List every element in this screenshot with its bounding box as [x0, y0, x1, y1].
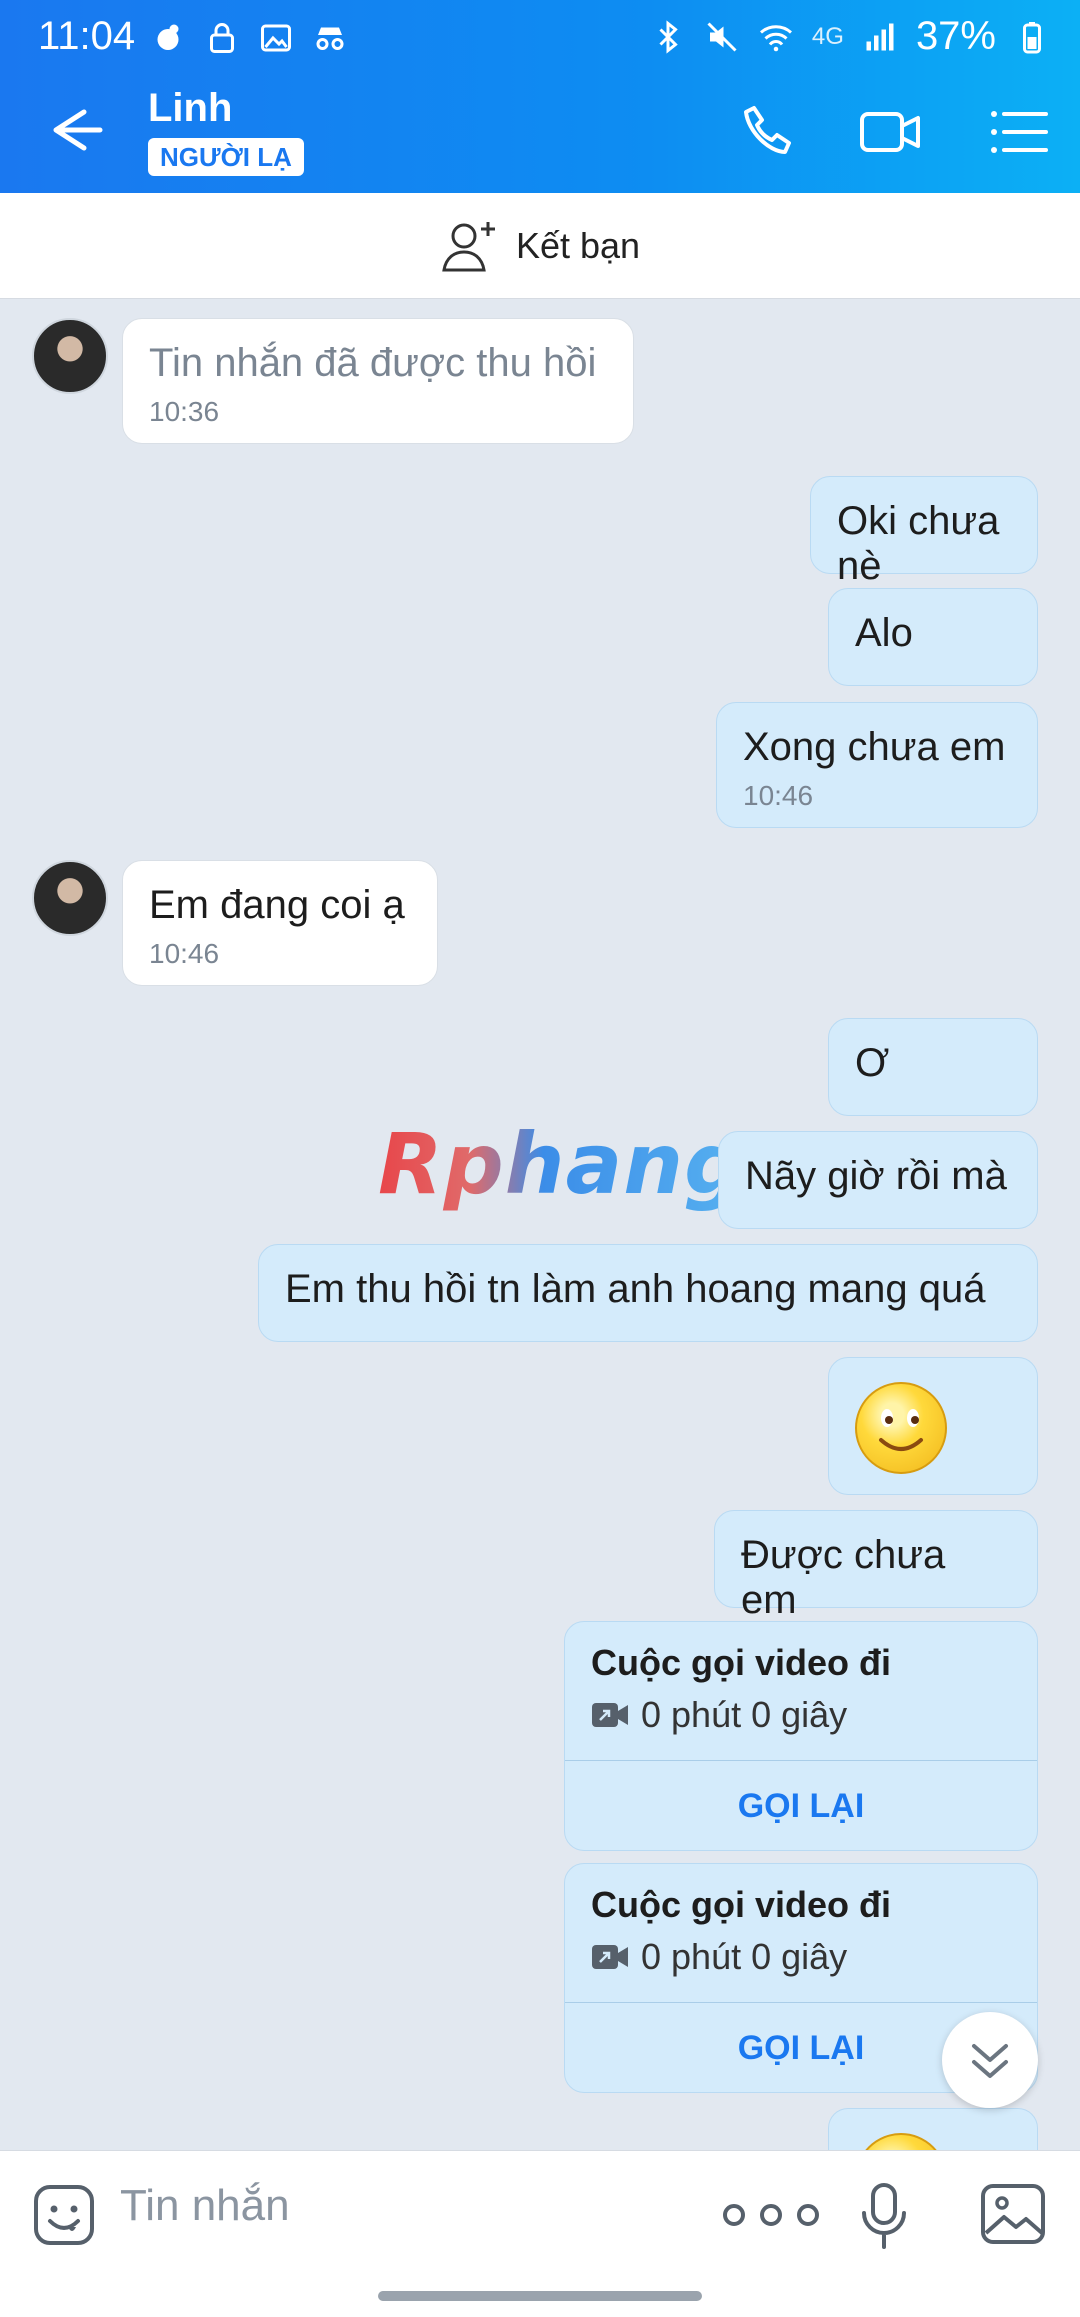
message-text: Ơ — [855, 1041, 890, 1085]
message-bubble-outgoing[interactable]: Xong chưa em 10:46 — [716, 702, 1038, 828]
back-arrow-icon[interactable] — [40, 100, 110, 160]
more-options-icon[interactable] — [716, 2195, 826, 2235]
message-text: Em đang coi ạ — [149, 883, 405, 927]
watermark-logo: Rphang — [378, 1115, 746, 1213]
message-bubble-incoming[interactable]: Em đang coi ạ 10:46 — [122, 860, 438, 986]
video-call-icon[interactable] — [858, 100, 922, 164]
call-duration-row: 0 phút 0 giây — [591, 1936, 847, 1978]
status-time: 11:04 — [38, 14, 136, 58]
call-title: Cuộc gọi video đi — [591, 1884, 892, 1925]
message-text: Tin nhắn đã được thu hồi — [149, 341, 597, 385]
message-time: 10:46 — [743, 780, 814, 811]
wifi-icon — [759, 24, 792, 51]
sticker-bubble[interactable] — [828, 1357, 1038, 1495]
avatar[interactable] — [32, 860, 108, 936]
double-chevron-down-icon — [972, 2044, 1008, 2078]
video-call-icon — [592, 1703, 628, 1727]
message-bubble-outgoing[interactable]: Oki chưa nè — [810, 476, 1038, 588]
message-text: Em thu hồi tn làm anh hoang mang quá — [285, 1267, 986, 1311]
menu-list-icon[interactable] — [986, 100, 1050, 164]
battery-percent: 37% — [915, 14, 996, 58]
message-bubble-outgoing[interactable]: Nãy giờ rồi mà — [718, 1131, 1038, 1229]
message-bubble-incoming[interactable]: Tin nhắn đã được thu hồi 10:36 — [122, 318, 634, 444]
message-bubble-outgoing[interactable]: Em thu hồi tn làm anh hoang mang quá — [258, 1244, 1038, 1342]
incognito-icon — [316, 27, 344, 50]
call-duration-row: 0 phút 0 giây — [591, 1694, 847, 1736]
message-input[interactable]: Tin nhắn — [120, 2181, 290, 2231]
scroll-to-bottom-button[interactable] — [942, 2012, 1038, 2108]
top-bar: 11:04 4G 37% Linh NGƯỜI LẠ — [0, 0, 1080, 193]
call-duration: 0 phút 0 giây — [641, 1694, 848, 1735]
bluetooth-icon — [659, 19, 678, 54]
signal-icon — [866, 23, 894, 50]
message-bubble-outgoing[interactable]: Được chưa em — [714, 1510, 1038, 1622]
contact-name[interactable]: Linh — [148, 86, 232, 131]
call-card: Cuộc gọi video đi 0 phút 0 giây GỌI LẠI — [564, 1621, 1038, 1851]
call-title: Cuộc gọi video đi — [591, 1642, 892, 1683]
microphone-icon[interactable] — [858, 2181, 910, 2251]
notification-icon — [157, 24, 179, 50]
message-time: 10:46 — [149, 938, 220, 969]
emoji-sticker-icon[interactable] — [32, 2183, 96, 2247]
composer-bar: Tin nhắn — [0, 2150, 1080, 2317]
message-text: Nãy giờ rồi mà — [745, 1154, 1007, 1198]
message-bubble-outgoing[interactable]: Ơ — [828, 1018, 1038, 1116]
message-text: Alo — [855, 611, 913, 655]
phone-call-icon[interactable] — [736, 100, 800, 164]
call-back-button[interactable]: GỌI LẠI — [565, 1760, 1037, 1850]
stranger-badge: NGƯỜI LẠ — [148, 138, 304, 176]
add-friend-icon — [442, 221, 495, 271]
image-gallery-icon[interactable] — [980, 2183, 1046, 2245]
add-friend-label: Kết bạn — [515, 224, 641, 266]
call-duration: 0 phút 0 giây — [641, 1936, 848, 1977]
message-bubble-outgoing[interactable]: Alo — [828, 588, 1038, 686]
battery-icon — [1023, 21, 1041, 53]
status-left-icons — [150, 20, 348, 56]
message-text: Xong chưa em — [743, 725, 1006, 769]
add-friend-bar[interactable]: Kết bạn — [0, 193, 1080, 299]
mute-icon — [707, 21, 737, 52]
video-call-icon — [592, 1945, 628, 1969]
gallery-icon — [261, 24, 291, 52]
lock-icon — [210, 23, 234, 53]
message-time: 10:36 — [149, 396, 220, 427]
status-right: 4G 37% — [650, 14, 1050, 59]
avatar[interactable] — [32, 318, 108, 394]
home-indicator[interactable] — [378, 2291, 702, 2301]
message-text: Oki chưa nè — [837, 499, 1000, 588]
smiley-emoji-icon — [855, 1382, 947, 1474]
network-label: 4G — [811, 22, 844, 50]
message-text: Được chưa em — [741, 1533, 946, 1622]
